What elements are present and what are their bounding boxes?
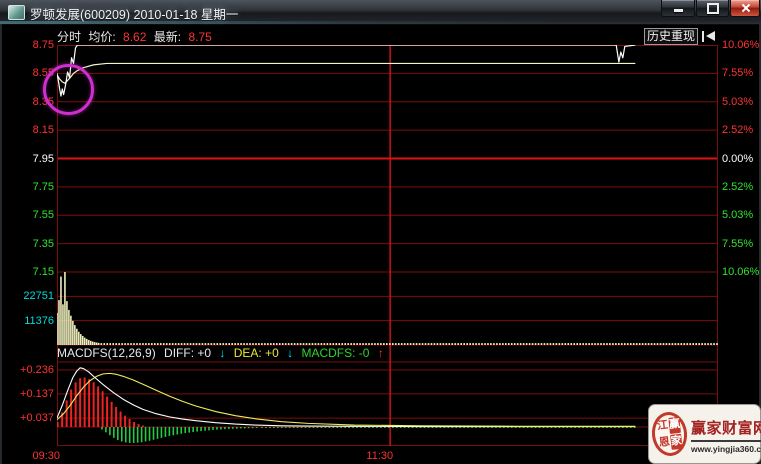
macd-axis-label: +0.037 <box>2 411 54 425</box>
grid-layer <box>57 45 718 446</box>
step-back-icon[interactable] <box>702 30 715 42</box>
window-title: 罗顿发展(600209) 2010-01-18 星期一 <box>30 4 238 23</box>
diff-down-arrow-icon: ↓ <box>219 346 225 360</box>
watermark: 江 赢 恩 家 赢家财富网 www.yingjia360.com <box>648 404 761 464</box>
percent-axis-label: 0.00% <box>722 152 753 166</box>
annotation-circle <box>43 64 94 115</box>
avg-price-value: 8.62 <box>123 30 146 44</box>
time-axis-label: 11:30 <box>341 449 393 463</box>
percent-axis-label: 2.52% <box>722 180 753 194</box>
macd-dea-label: DEA: +0 <box>234 346 279 360</box>
price-axis-label: 7.95 <box>2 152 54 166</box>
percent-axis-label: 10.06% <box>722 38 759 52</box>
volume-axis-label: 22751 <box>2 289 54 303</box>
site-url: www.yingjia360.com <box>691 444 761 454</box>
price-axis-label: 7.15 <box>2 265 54 279</box>
watermark-divider <box>691 440 761 442</box>
seal-char: 恩 <box>658 435 671 452</box>
price-axis-label: 8.15 <box>2 123 54 137</box>
percent-axis-label: 5.03% <box>722 95 753 109</box>
percent-axis-label: 7.55% <box>722 237 753 251</box>
minimize-icon <box>674 9 683 12</box>
price-axis-label: 7.55 <box>2 208 54 222</box>
seal-char: 家 <box>670 433 683 450</box>
percent-axis-label: 5.03% <box>722 208 753 222</box>
title-bar[interactable]: 罗顿发展(600209) 2010-01-18 星期一 <box>0 0 761 25</box>
price-axis-label: 8.75 <box>2 38 54 52</box>
macd-header: MACDFS(12,26,9) DIFF: +0 ↓ DEA: +0 ↓ MAC… <box>57 346 389 361</box>
seal-char: 江 <box>656 418 669 435</box>
price-line <box>57 45 635 96</box>
price-axis-label: 7.35 <box>2 237 54 251</box>
macd-up-arrow-icon: ↑ <box>378 346 384 360</box>
macd-axis-label: +0.137 <box>2 387 54 401</box>
chart-mode-label: 分时 <box>57 30 81 44</box>
last-price-value: 8.75 <box>188 30 211 44</box>
close-button[interactable] <box>730 0 760 17</box>
last-price-label: 最新: <box>154 30 181 44</box>
maximize-button[interactable] <box>696 0 729 17</box>
percent-axis-label: 10.06% <box>722 265 759 279</box>
window-controls <box>661 0 761 17</box>
seal-char: 赢 <box>668 417 681 434</box>
macd-diff-label: DIFF: +0 <box>164 346 211 360</box>
macd-axis-label: +0.236 <box>2 363 54 377</box>
maximize-icon <box>707 3 719 14</box>
macd-value-label: MACDFS: -0 <box>301 346 369 360</box>
volume-bars <box>57 272 718 345</box>
macd-indicator-label: MACDFS(12,26,9) <box>57 346 156 360</box>
history-replay-button[interactable]: 历史重现 <box>644 28 698 45</box>
info-bar: 分时 均价: 8.62 最新: 8.75 <box>57 28 216 44</box>
app-icon <box>8 5 25 20</box>
seal-logo: 江 赢 恩 家 <box>650 410 689 457</box>
volume-axis-label: 11376 <box>2 314 54 328</box>
time-axis-label: 09:30 <box>8 449 60 463</box>
minimize-button[interactable] <box>661 0 695 17</box>
chart-plot[interactable] <box>57 45 718 446</box>
app-window: 罗顿发展(600209) 2010-01-18 星期一 分时 均价: 8.62 … <box>0 0 761 464</box>
dea-down-arrow-icon: ↓ <box>287 346 293 360</box>
close-icon <box>740 2 751 14</box>
percent-axis-label: 2.52% <box>722 123 753 137</box>
site-name: 赢家财富网 <box>691 417 761 438</box>
watermark-text: 赢家财富网 www.yingjia360.com <box>687 415 761 454</box>
price-axis-label: 7.75 <box>2 180 54 194</box>
percent-axis-label: 7.55% <box>722 66 753 80</box>
avg-price-label: 均价: <box>88 30 115 44</box>
